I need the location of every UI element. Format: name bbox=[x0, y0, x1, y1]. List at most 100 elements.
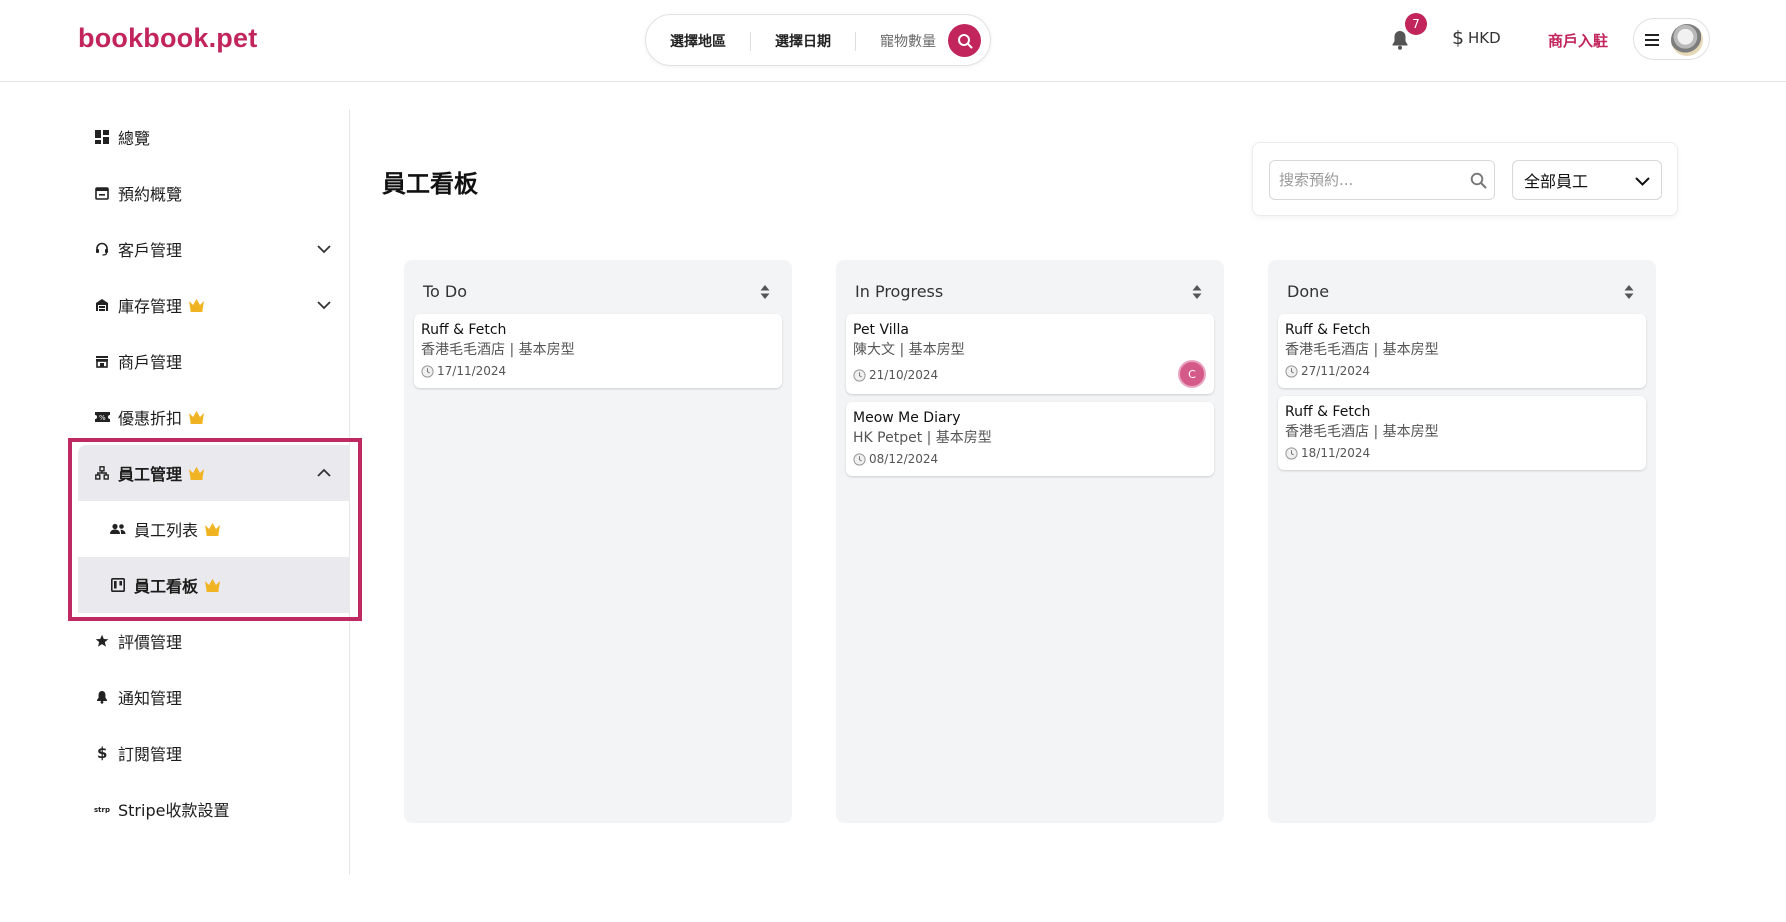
stripe-icon: strp bbox=[94, 801, 110, 817]
menu-icon bbox=[1645, 34, 1659, 46]
card-subtitle: 香港毛毛酒店 | 基本房型 bbox=[1285, 424, 1439, 440]
search-button[interactable] bbox=[948, 24, 981, 57]
bell-icon bbox=[94, 689, 110, 705]
sidebar-item-label: 優惠折扣 bbox=[118, 409, 183, 428]
dollar-icon: $ bbox=[94, 745, 110, 761]
card-date-text: 21/10/2024 bbox=[869, 368, 939, 382]
clock-icon bbox=[421, 364, 434, 378]
date-selector[interactable]: 選擇日期 bbox=[775, 31, 831, 51]
column-title: In Progress bbox=[855, 282, 944, 301]
warehouse-icon bbox=[94, 297, 110, 313]
page-title: 員工看板 bbox=[382, 170, 478, 198]
card-title: Ruff & Fetch bbox=[421, 322, 507, 338]
currency-label: HKD bbox=[1468, 29, 1501, 47]
crown-icon bbox=[189, 411, 205, 424]
card-date-text: 27/11/2024 bbox=[1301, 364, 1371, 378]
highlight-box bbox=[68, 438, 362, 621]
card-date-text: 17/11/2024 bbox=[437, 364, 507, 378]
sidebar-item-label: 訂閱管理 bbox=[118, 745, 183, 764]
card-date: 17/11/2024 bbox=[421, 361, 775, 381]
sidebar-item-label: 評價管理 bbox=[118, 633, 183, 652]
sort-icon[interactable] bbox=[1192, 284, 1202, 300]
brand-logo[interactable]: bookbook.pet bbox=[78, 23, 257, 54]
sort-icon[interactable] bbox=[1624, 284, 1634, 300]
booking-card[interactable]: Pet Villa 陳大文 | 基本房型 21/10/2024 C bbox=[846, 314, 1214, 394]
search-bar[interactable]: 選擇地區 選擇日期 寵物數量 bbox=[645, 14, 991, 66]
svg-text:$: $ bbox=[97, 745, 107, 761]
search-icon bbox=[1470, 172, 1487, 189]
card-title: Ruff & Fetch bbox=[1285, 404, 1371, 420]
chevron-down-icon bbox=[317, 245, 331, 254]
calendar-icon bbox=[94, 185, 110, 201]
card-date-text: 08/12/2024 bbox=[869, 452, 939, 466]
pet-count-selector[interactable]: 寵物數量 bbox=[880, 31, 936, 51]
sidebar-item-customers[interactable]: 客戶管理 bbox=[78, 221, 350, 277]
booking-card[interactable]: Ruff & Fetch 香港毛毛酒店 | 基本房型 18/11/2024 bbox=[1278, 396, 1646, 470]
sidebar-item-merchant[interactable]: 商戶管理 bbox=[78, 333, 350, 389]
svg-text:$: $ bbox=[1452, 28, 1464, 48]
sidebar-item-label: Stripe收款設置 bbox=[118, 801, 230, 820]
search-divider bbox=[855, 32, 856, 51]
sidebar-item-subscriptions[interactable]: $ 訂閱管理 bbox=[78, 725, 350, 781]
headset-icon bbox=[94, 241, 110, 257]
chevron-down-icon bbox=[1635, 177, 1650, 186]
booking-card[interactable]: Ruff & Fetch 香港毛毛酒店 | 基本房型 17/11/2024 bbox=[414, 314, 782, 388]
crown-icon bbox=[189, 299, 205, 312]
card-title: Meow Me Diary bbox=[853, 410, 961, 426]
column-title: Done bbox=[1287, 282, 1330, 301]
assignee-avatar[interactable]: C bbox=[1178, 360, 1206, 388]
store-icon bbox=[94, 353, 110, 369]
board-column-todo: To Do Ruff & Fetch 香港毛毛酒店 | 基本房型 17/11/2… bbox=[404, 260, 792, 823]
sidebar-item-overview[interactable]: 總覽 bbox=[78, 109, 350, 165]
booking-card[interactable]: Meow Me Diary HK Petpet | 基本房型 08/12/202… bbox=[846, 402, 1214, 476]
sort-icon[interactable] bbox=[760, 284, 770, 300]
card-subtitle: 陳大文 | 基本房型 bbox=[853, 342, 965, 358]
staff-filter-select[interactable]: 全部員工 bbox=[1512, 160, 1662, 200]
chevron-down-icon bbox=[317, 301, 331, 310]
board-column-done: Done Ruff & Fetch 香港毛毛酒店 | 基本房型 27/11/20… bbox=[1268, 260, 1656, 823]
sidebar-item-label: 通知管理 bbox=[118, 689, 183, 708]
notification-badge: 7 bbox=[1405, 13, 1427, 35]
card-subtitle: 香港毛毛酒店 | 基本房型 bbox=[421, 342, 575, 358]
staff-filter-value: 全部員工 bbox=[1524, 172, 1589, 191]
clock-icon bbox=[853, 368, 866, 382]
card-subtitle: HK Petpet | 基本房型 bbox=[853, 430, 992, 446]
clock-icon bbox=[1285, 364, 1298, 378]
star-icon bbox=[94, 633, 110, 649]
sidebar-item-notifications[interactable]: 通知管理 bbox=[78, 669, 350, 725]
user-menu-button[interactable] bbox=[1633, 18, 1710, 60]
sidebar-item-label: 商戶管理 bbox=[118, 353, 183, 372]
svg-text:strp: strp bbox=[94, 806, 110, 813]
board-column-in-progress: In Progress Pet Villa 陳大文 | 基本房型 21/10/2… bbox=[836, 260, 1224, 823]
sidebar-item-stripe[interactable]: strp Stripe收款設置 bbox=[78, 781, 350, 837]
card-date-text: 18/11/2024 bbox=[1301, 446, 1371, 460]
sidebar-item-label: 客戶管理 bbox=[118, 241, 183, 260]
filter-panel: 全部員工 bbox=[1252, 142, 1678, 216]
booking-card[interactable]: Ruff & Fetch 香港毛毛酒店 | 基本房型 27/11/2024 bbox=[1278, 314, 1646, 388]
search-icon bbox=[957, 33, 972, 48]
user-avatar bbox=[1671, 24, 1703, 56]
currency-selector[interactable]: $ HKD bbox=[1452, 28, 1501, 48]
sidebar-item-bookings[interactable]: 預約概覽 bbox=[78, 165, 350, 221]
merchant-onboarding-link[interactable]: 商戶入駐 bbox=[1548, 30, 1608, 51]
sidebar-item-reviews[interactable]: 評價管理 bbox=[78, 613, 350, 669]
clock-icon bbox=[1285, 446, 1298, 460]
card-title: Ruff & Fetch bbox=[1285, 322, 1371, 338]
booking-search-input[interactable] bbox=[1269, 160, 1495, 200]
region-selector[interactable]: 選擇地區 bbox=[670, 31, 726, 51]
sidebar-item-discounts[interactable]: % 優惠折扣 bbox=[78, 389, 350, 445]
dashboard-icon bbox=[94, 129, 110, 145]
sidebar-item-label: 總覽 bbox=[118, 129, 151, 148]
card-date: 08/12/2024 bbox=[853, 449, 1207, 469]
card-subtitle: 香港毛毛酒店 | 基本房型 bbox=[1285, 342, 1439, 358]
clock-icon bbox=[853, 452, 866, 466]
dollar-icon: $ bbox=[1452, 28, 1464, 48]
ticket-icon: % bbox=[94, 409, 110, 425]
card-title: Pet Villa bbox=[853, 322, 910, 338]
card-date: 18/11/2024 bbox=[1285, 443, 1639, 463]
column-title: To Do bbox=[423, 282, 468, 301]
sidebar-item-inventory[interactable]: 庫存管理 bbox=[78, 277, 350, 333]
card-date: 21/10/2024 bbox=[853, 363, 1207, 387]
svg-text:%: % bbox=[99, 414, 106, 422]
search-divider bbox=[750, 32, 751, 51]
